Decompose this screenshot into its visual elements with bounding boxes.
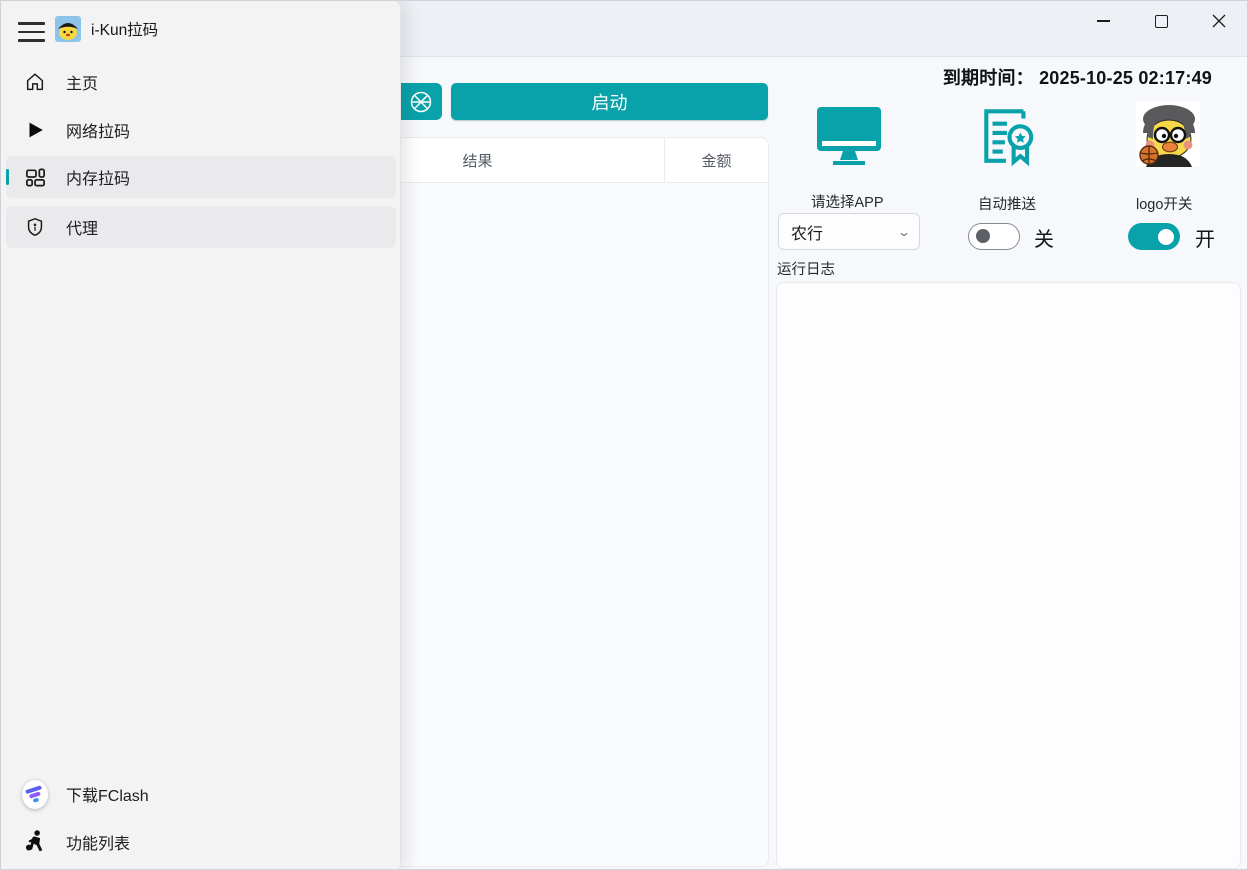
expiry-time: 到期时间： 2025-10-25 02:17:49 (943, 64, 1212, 90)
app-select-label: 请选择APP (811, 191, 884, 212)
expiry-value: 2025-10-25 02:17:49 (1039, 68, 1212, 88)
sidebar-item-label: 功能列表 (66, 830, 130, 854)
sidebar-item-label: 下载FClash (66, 782, 149, 806)
sidebar-item-label: 代理 (66, 215, 98, 239)
logo-switch-state: 开 (1195, 223, 1215, 252)
sidebar-item-download-fclash[interactable]: 下载FClash (6, 773, 396, 815)
logo-switch-label: logo开关 (1136, 193, 1192, 214)
toggle-knob (976, 229, 990, 243)
sidebar-item-memory-pull[interactable]: 内存拉码 (6, 156, 396, 198)
home-icon (23, 70, 47, 94)
app-logo-icon (55, 16, 81, 42)
minimize-icon (1097, 20, 1110, 22)
app-select-value: 农行 (791, 220, 823, 244)
auto-push-state: 关 (1034, 223, 1054, 252)
monitor-icon (814, 104, 884, 168)
app-window: 到期时间： 2025-10-25 02:17:49 启动 结果 金额 请选择AP… (0, 0, 1248, 870)
maximize-icon (1155, 15, 1168, 28)
sidebar-item-label: 主页 (66, 70, 98, 94)
app-select-dropdown[interactable]: 农行 ⌄ (778, 213, 920, 250)
run-log-label: 运行日志 (777, 258, 835, 279)
minimize-button[interactable] (1081, 5, 1125, 37)
maximize-button[interactable] (1139, 5, 1183, 37)
sidebar-item-home[interactable]: 主页 (6, 61, 396, 103)
basketball-player-icon (23, 830, 47, 854)
fclash-icon (23, 782, 47, 806)
expiry-label: 到期时间： (943, 68, 1034, 88)
auto-push-label: 自动推送 (978, 193, 1036, 214)
sidebar-item-feature-list[interactable]: 功能列表 (6, 821, 396, 863)
hamburger-menu-button[interactable] (15, 14, 59, 50)
close-icon (1212, 14, 1226, 28)
shield-icon (23, 215, 47, 239)
run-log-output[interactable] (776, 282, 1241, 869)
start-button[interactable]: 启动 (451, 83, 768, 120)
app-header: i-Kun拉码 (55, 16, 158, 42)
sidebar-item-label: 内存拉码 (66, 165, 130, 189)
certificate-icon (976, 101, 1042, 167)
window-controls (1081, 5, 1241, 37)
navigation-drawer: i-Kun拉码 主页 网络拉码 (1, 1, 401, 870)
selection-indicator (6, 169, 9, 185)
column-header-amount: 金额 (665, 138, 768, 182)
sidebar-item-network-pull[interactable]: 网络拉码 (6, 109, 396, 151)
chevron-down-icon: ⌄ (897, 225, 911, 239)
logo-switch-toggle[interactable] (1128, 223, 1180, 250)
app-title: i-Kun拉码 (91, 18, 158, 40)
sidebar-item-proxy[interactable]: 代理 (6, 206, 396, 248)
close-button[interactable] (1197, 5, 1241, 37)
toggle-knob (1158, 229, 1174, 245)
auto-push-toggle[interactable] (968, 223, 1020, 250)
sidebar-item-label: 网络拉码 (66, 118, 130, 142)
basketball-icon (408, 89, 434, 115)
play-icon (23, 118, 47, 142)
memory-grid-icon (23, 165, 47, 189)
logo-avatar (1136, 101, 1200, 167)
